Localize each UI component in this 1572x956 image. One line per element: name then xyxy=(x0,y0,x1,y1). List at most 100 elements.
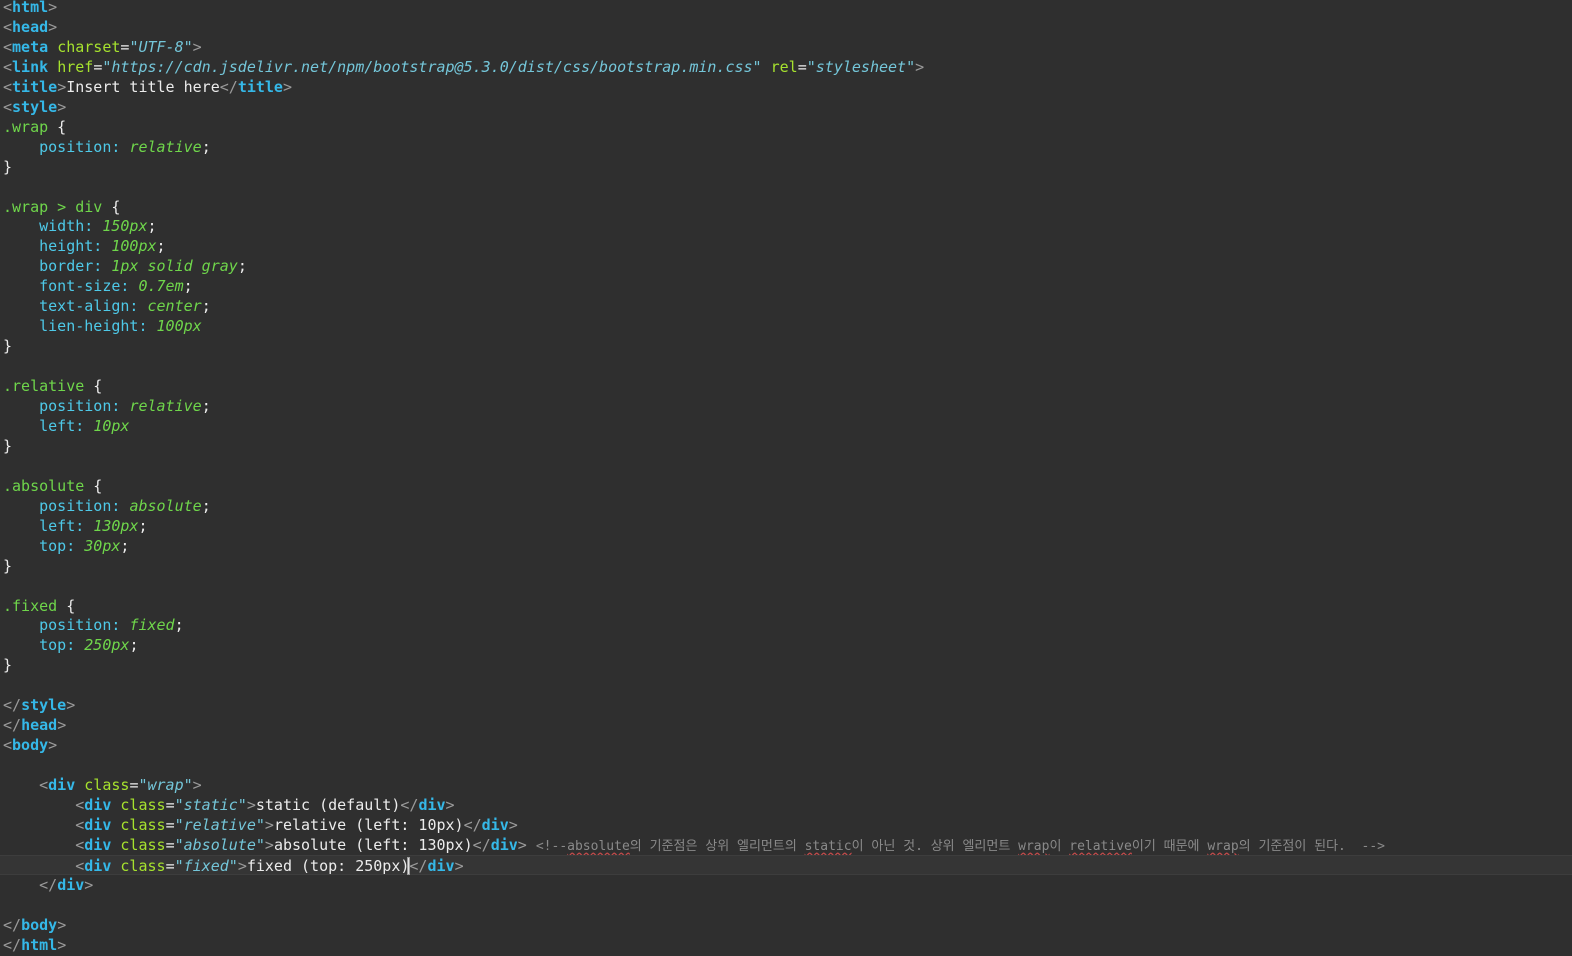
code-line[interactable]: <head> xyxy=(0,17,1572,37)
code-token: title xyxy=(12,77,58,96)
code-line[interactable]: </html> xyxy=(0,935,1572,955)
code-line[interactable]: left: 10px xyxy=(0,416,1572,436)
code-token: charset xyxy=(57,37,121,56)
code-editor[interactable]: <html> <head> <meta charset="UTF-8"> <link … xyxy=(0,0,1572,956)
code-token: > xyxy=(48,736,58,755)
code-line[interactable]: <div class="fixed">fixed (top: 250px)</d… xyxy=(0,854,1572,876)
code-token: ; xyxy=(129,636,139,655)
code-line[interactable] xyxy=(0,755,1572,775)
code-line[interactable]: width: 150px; xyxy=(0,216,1572,236)
code-token: > xyxy=(57,77,67,96)
code-line[interactable]: <div class="static">static (default)</di… xyxy=(0,795,1572,815)
code-token: .wrap xyxy=(3,117,49,136)
code-token: <!-- xyxy=(535,838,568,854)
code-line[interactable]: top: 250px; xyxy=(0,635,1572,655)
code-line[interactable]: left: 130px; xyxy=(0,516,1572,536)
code-line[interactable] xyxy=(0,177,1572,197)
code-line[interactable]: <style> xyxy=(0,97,1572,117)
code-line[interactable]: <title>Insert title here</title> xyxy=(0,77,1572,97)
code-line[interactable]: </head> xyxy=(0,715,1572,735)
code-token: meta xyxy=(12,37,49,56)
code-token: < xyxy=(3,37,13,56)
code-token: html xyxy=(12,0,49,16)
code-line[interactable]: .relative { xyxy=(0,376,1572,396)
code-line[interactable]: height: 100px; xyxy=(0,236,1572,256)
code-line[interactable]: <div class="wrap"> xyxy=(0,775,1572,795)
code-token: < xyxy=(39,776,49,795)
code-line[interactable]: position: fixed; xyxy=(0,615,1572,635)
code-line[interactable]: .absolute { xyxy=(0,476,1572,496)
code-line[interactable]: </body> xyxy=(0,915,1572,935)
code-line[interactable]: lien-height: 100px xyxy=(0,316,1572,336)
code-line[interactable]: top: 30px; xyxy=(0,536,1572,556)
code-token: { xyxy=(84,377,103,396)
code-token: fixed xyxy=(129,616,175,635)
code-line[interactable]: } xyxy=(0,556,1572,576)
code-token: relative xyxy=(129,137,202,156)
code-line[interactable]: <div class="relative">relative (left: 10… xyxy=(0,815,1572,835)
code-line[interactable]: position: absolute; xyxy=(0,496,1572,516)
code-token: div xyxy=(481,815,509,834)
code-line[interactable]: } xyxy=(0,336,1572,356)
code-line[interactable] xyxy=(0,356,1572,376)
code-token: div xyxy=(490,835,518,854)
code-token: < xyxy=(75,796,85,814)
code-line[interactable]: <meta charset="UTF-8"> xyxy=(0,37,1572,57)
code-token: { xyxy=(48,117,67,136)
code-line[interactable]: </div> xyxy=(0,875,1572,895)
code-token: relative xyxy=(129,397,202,415)
code-token: > xyxy=(517,835,527,854)
code-token: ; xyxy=(156,237,166,256)
code-token: "relative" xyxy=(174,815,265,834)
code-line[interactable] xyxy=(0,675,1572,695)
code-token: position: xyxy=(39,496,121,515)
code-line[interactable]: font-size: 0.7em; xyxy=(0,276,1572,296)
code-token: > xyxy=(57,915,67,934)
code-token: "absolute" xyxy=(174,835,265,854)
code-line[interactable]: border: 1px solid gray; xyxy=(0,256,1572,276)
code-token: </ xyxy=(3,716,22,735)
code-line[interactable]: <body> xyxy=(0,735,1572,755)
code-token: < xyxy=(3,97,13,116)
code-token: ; xyxy=(147,217,157,236)
code-token: } xyxy=(3,337,13,356)
code-token: relative xyxy=(1069,838,1132,854)
code-token: top: xyxy=(39,536,76,555)
code-line[interactable]: } xyxy=(0,157,1572,177)
code-token: "fixed" xyxy=(174,856,238,875)
code-token: link xyxy=(12,57,49,76)
code-token: 이기 때문에 xyxy=(1131,838,1208,854)
code-line[interactable]: .fixed { xyxy=(0,596,1572,616)
code-line[interactable]: <link href="https://cdn.jsdelivr.net/npm… xyxy=(0,57,1572,77)
code-line[interactable]: } xyxy=(0,655,1572,675)
code-line[interactable]: text-align: center; xyxy=(0,296,1572,316)
code-token: 0.7em xyxy=(138,277,184,296)
code-line[interactable] xyxy=(0,456,1572,476)
code-line[interactable] xyxy=(0,576,1572,596)
code-line[interactable]: .wrap > div { xyxy=(0,197,1572,217)
code-token: 이 xyxy=(1049,838,1070,854)
code-line[interactable] xyxy=(0,895,1572,915)
code-token: } xyxy=(3,656,13,675)
code-token: < xyxy=(3,0,13,16)
code-line[interactable]: position: relative; xyxy=(0,137,1572,157)
code-line[interactable]: </style> xyxy=(0,695,1572,715)
code-line[interactable]: <div class="absolute">absolute (left: 13… xyxy=(0,835,1572,855)
code-line[interactable]: position: relative; xyxy=(0,396,1572,416)
code-token: = xyxy=(93,57,103,76)
code-line[interactable]: <html> xyxy=(0,0,1572,17)
code-token: > xyxy=(246,796,256,814)
code-line[interactable]: .wrap { xyxy=(0,117,1572,137)
code-token: border: xyxy=(39,257,103,276)
code-token: absolute (left: 130px) xyxy=(273,835,473,854)
code-line[interactable]: } xyxy=(0,436,1572,456)
